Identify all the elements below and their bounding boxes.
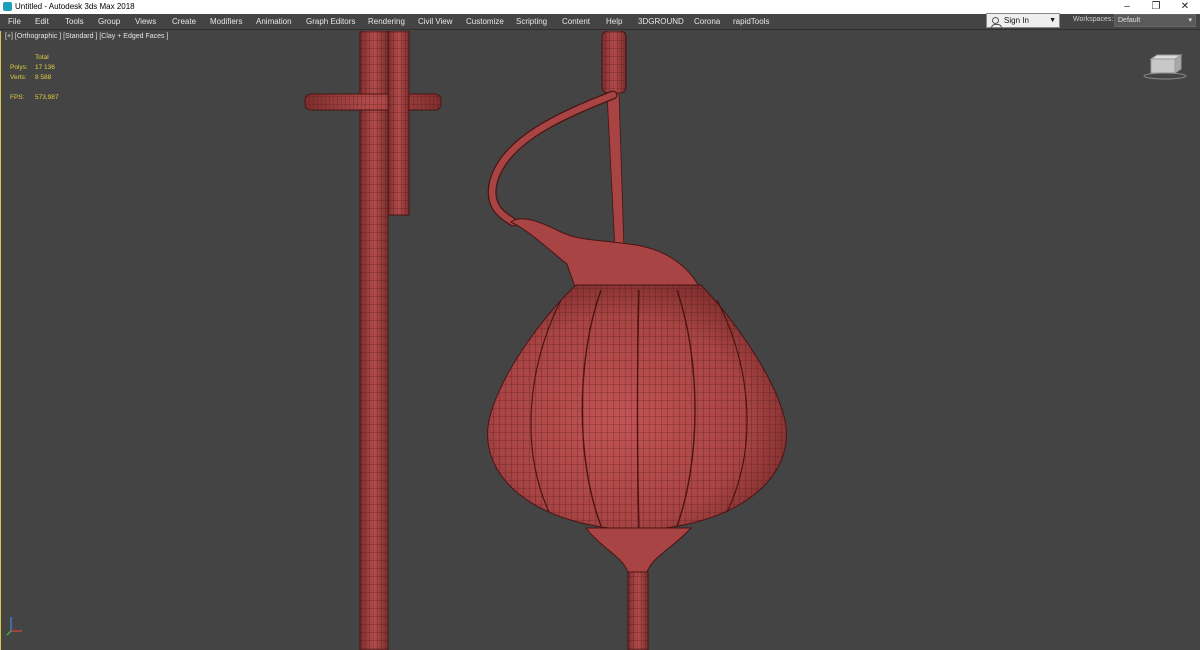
polys-value: 17 136	[35, 64, 55, 71]
menu-customize[interactable]: Customize	[466, 16, 504, 27]
clamp-rod[interactable]	[387, 31, 410, 216]
menu-corona[interactable]: Corona	[694, 16, 720, 27]
menu-animation[interactable]: Animation	[256, 16, 292, 27]
bulb-body[interactable]	[487, 218, 787, 531]
viewport-label[interactable]: [+] [Orthographic ] [Standard ] [Clay + …	[5, 33, 168, 40]
stats-header: Total	[35, 54, 49, 61]
menu-content[interactable]: Content	[562, 16, 590, 27]
curved-tube[interactable]	[487, 90, 618, 227]
iv-stand-pole[interactable]	[359, 31, 389, 650]
verts-value: 8 588	[35, 74, 52, 81]
workspaces-label: Workspaces:	[1073, 16, 1114, 23]
chevron-down-icon: ▼	[1049, 17, 1056, 24]
user-icon	[991, 17, 1002, 28]
chevron-down-icon: ▾	[1188, 17, 1192, 24]
close-button[interactable]: ✕	[1170, 0, 1200, 14]
polys-label: Polys:	[10, 64, 28, 71]
menu-file[interactable]: File	[8, 16, 21, 27]
scene-render[interactable]	[1, 31, 1200, 650]
viewport-orthographic[interactable]: [+] [Orthographic ] [Standard ] [Clay + …	[0, 31, 1200, 650]
menu-rendering[interactable]: Rendering	[368, 16, 405, 27]
menu-modifiers[interactable]: Modifiers	[210, 16, 242, 27]
axis-tripod-icon	[6, 617, 22, 636]
hanging-strap[interactable]	[601, 31, 627, 251]
sign-in-dropdown[interactable]: Sign In ▼	[986, 13, 1060, 28]
menu-graph-editors[interactable]: Graph Editors	[306, 16, 355, 27]
clamp-disc[interactable]	[304, 93, 442, 111]
menu-views[interactable]: Views	[135, 16, 156, 27]
menu-help[interactable]: Help	[606, 16, 622, 27]
menu-rapidtools[interactable]: rapidTools	[733, 16, 769, 27]
workspaces-select[interactable]: Default ▾	[1114, 14, 1196, 27]
verts-label: Verts:	[10, 74, 27, 81]
sign-in-label: Sign In	[1004, 16, 1029, 25]
menu-tools[interactable]: Tools	[65, 16, 84, 27]
minimize-button[interactable]: –	[1112, 0, 1142, 14]
menu-create[interactable]: Create	[172, 16, 196, 27]
workspace-value: Default	[1118, 17, 1141, 24]
fps-label: FPS:	[10, 94, 25, 101]
menu-group[interactable]: Group	[98, 16, 120, 27]
menu-civil-view[interactable]: Civil View	[418, 16, 453, 27]
window-title: Untitled - Autodesk 3ds Max 2018	[15, 2, 135, 11]
drip-stem[interactable]	[584, 527, 693, 650]
restore-button[interactable]: ❐	[1141, 0, 1171, 14]
menu-3dground[interactable]: 3DGROUND	[638, 16, 684, 27]
menu-scripting[interactable]: Scripting	[516, 16, 547, 27]
menu-edit[interactable]: Edit	[35, 16, 49, 27]
viewcube-icon[interactable]	[1141, 53, 1187, 81]
fps-value: 573,987	[35, 94, 59, 101]
app-icon[interactable]	[3, 2, 12, 11]
